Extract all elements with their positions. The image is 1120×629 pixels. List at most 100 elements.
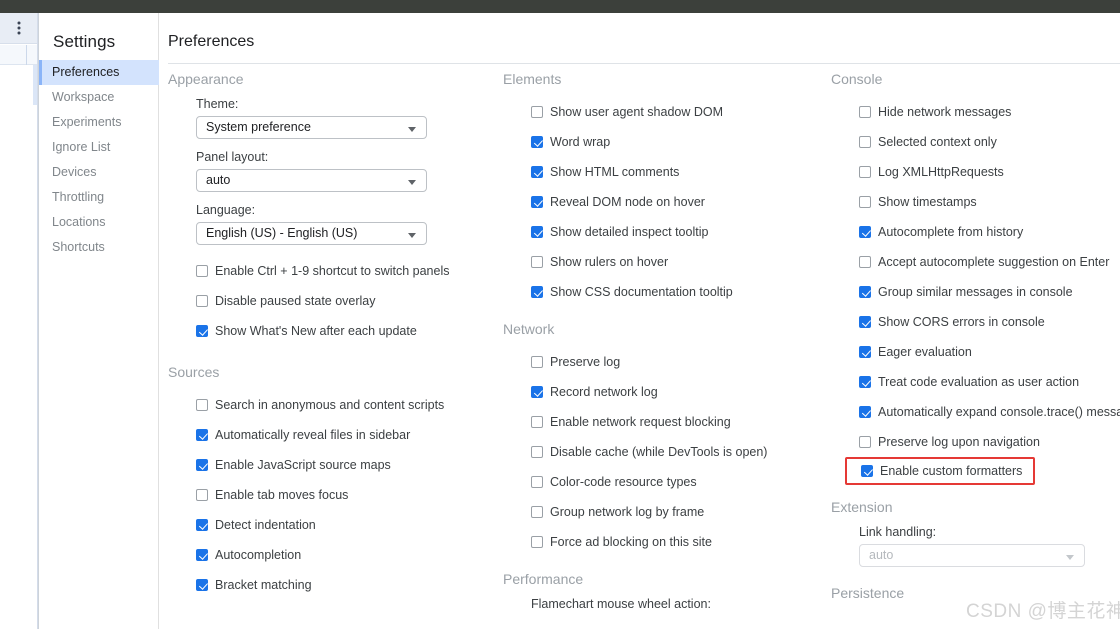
checkbox-icon[interactable]	[196, 265, 208, 277]
checkbox-row[interactable]: Disable cache (while DevTools is open)	[503, 437, 827, 467]
network-title: Network	[503, 321, 555, 337]
checkbox-label: Selected context only	[878, 135, 997, 149]
checkbox-label: Preserve log upon navigation	[878, 435, 1040, 449]
checkbox-icon[interactable]	[859, 256, 871, 268]
panel-layout-select[interactable]: auto	[196, 169, 427, 192]
checkbox-icon[interactable]	[859, 436, 871, 448]
checkbox-row[interactable]: Word wrap	[503, 127, 827, 157]
checkbox-row[interactable]: Group similar messages in console	[831, 277, 1120, 307]
sidebar-item-locations[interactable]: Locations	[39, 210, 159, 235]
sidebar-item-preferences[interactable]: Preferences	[39, 60, 159, 85]
sidebar-item-ignore-list[interactable]: Ignore List	[39, 135, 159, 160]
checkbox-icon[interactable]	[531, 256, 543, 268]
checkbox-row[interactable]: Preserve log upon navigation	[831, 427, 1120, 457]
checkbox-row[interactable]: Show What's New after each update	[168, 316, 494, 346]
checkbox-row[interactable]: Color-code resource types	[503, 467, 827, 497]
checkbox-row[interactable]: Enable JavaScript source maps	[168, 450, 494, 480]
theme-select[interactable]: System preference	[196, 116, 427, 139]
checkbox-row[interactable]: Record network log	[503, 377, 827, 407]
checkbox-row[interactable]: Accept autocomplete suggestion on Enter	[831, 247, 1120, 277]
checkbox-icon[interactable]	[859, 226, 871, 238]
checkbox-row[interactable]: Detect indentation	[168, 510, 494, 540]
checkbox-icon[interactable]	[196, 295, 208, 307]
checkbox-icon[interactable]	[861, 465, 873, 477]
checkbox-icon[interactable]	[196, 549, 208, 561]
checkbox-label: Group similar messages in console	[878, 285, 1073, 299]
checkbox-icon[interactable]	[196, 325, 208, 337]
sidebar-item-devices[interactable]: Devices	[39, 160, 159, 185]
checkbox-icon[interactable]	[531, 136, 543, 148]
checkbox-row[interactable]: Show CORS errors in console	[831, 307, 1120, 337]
checkbox-row[interactable]: Selected context only	[831, 127, 1120, 157]
checkbox-icon[interactable]	[196, 579, 208, 591]
checkbox-row[interactable]: Show HTML comments	[503, 157, 827, 187]
checkbox-row[interactable]: Automatically expand console.trace() mes…	[831, 397, 1120, 427]
sidebar-item-workspace[interactable]: Workspace	[39, 85, 159, 110]
link-handling-select[interactable]: auto	[859, 544, 1085, 567]
checkbox-row[interactable]: Force ad blocking on this site	[503, 527, 827, 557]
checkbox-row[interactable]: Log XMLHttpRequests	[831, 157, 1120, 187]
checkbox-icon[interactable]	[196, 459, 208, 471]
checkbox-row[interactable]: Show detailed inspect tooltip	[503, 217, 827, 247]
checkbox-row[interactable]: Automatically reveal files in sidebar	[168, 420, 494, 450]
checkbox-icon[interactable]	[859, 136, 871, 148]
sidebar-item-throttling[interactable]: Throttling	[39, 185, 159, 210]
checkbox-row[interactable]: Enable Ctrl + 1-9 shortcut to switch pan…	[168, 256, 494, 286]
checkbox-icon[interactable]	[531, 356, 543, 368]
checkbox-label: Force ad blocking on this site	[550, 535, 712, 549]
panel-layout-label: Panel layout:	[196, 150, 269, 164]
checkbox-label: Enable custom formatters	[880, 464, 1023, 478]
language-select[interactable]: English (US) - English (US)	[196, 222, 427, 245]
checkbox-row[interactable]: Enable network request blocking	[503, 407, 827, 437]
checkbox-row[interactable]: Enable tab moves focus	[168, 480, 494, 510]
performance-group: Performance Flamechart mouse wheel actio…	[503, 571, 827, 611]
checkbox-icon[interactable]	[859, 196, 871, 208]
checkbox-icon[interactable]	[531, 226, 543, 238]
checkbox-row[interactable]: Autocomplete from history	[831, 217, 1120, 247]
checkbox-row[interactable]: Show CSS documentation tooltip	[503, 277, 827, 307]
checkbox-icon[interactable]	[531, 416, 543, 428]
checkbox-row[interactable]: Search in anonymous and content scripts	[168, 390, 494, 420]
checkbox-icon[interactable]	[859, 406, 871, 418]
checkbox-icon[interactable]	[531, 446, 543, 458]
sidebar-item-experiments[interactable]: Experiments	[39, 110, 159, 135]
checkbox-row[interactable]: Treat code evaluation as user action	[831, 367, 1120, 397]
language-select-value: English (US) - English (US)	[206, 226, 358, 240]
checkbox-icon[interactable]	[531, 536, 543, 548]
checkbox-row-enable-custom-formatters[interactable]: Enable custom formatters	[845, 457, 1035, 485]
checkbox-icon[interactable]	[196, 399, 208, 411]
checkbox-icon[interactable]	[531, 196, 543, 208]
checkbox-row[interactable]: Show rulers on hover	[503, 247, 827, 277]
checkbox-icon[interactable]	[859, 316, 871, 328]
checkbox-icon[interactable]	[196, 489, 208, 501]
checkbox-icon[interactable]	[531, 386, 543, 398]
checkbox-label: Record network log	[550, 385, 658, 399]
checkbox-icon[interactable]	[531, 506, 543, 518]
sidebar-item-shortcuts[interactable]: Shortcuts	[39, 235, 159, 260]
checkbox-icon[interactable]	[859, 166, 871, 178]
more-vertical-icon[interactable]	[17, 21, 21, 35]
checkbox-row[interactable]: Bracket matching	[168, 570, 494, 600]
checkbox-icon[interactable]	[196, 429, 208, 441]
checkbox-row[interactable]: Show user agent shadow DOM	[503, 97, 827, 127]
checkbox-row[interactable]: Eager evaluation	[831, 337, 1120, 367]
checkbox-icon[interactable]	[859, 106, 871, 118]
checkbox-icon[interactable]	[531, 476, 543, 488]
checkbox-row[interactable]: Group network log by frame	[503, 497, 827, 527]
checkbox-icon[interactable]	[859, 286, 871, 298]
checkbox-icon[interactable]	[196, 519, 208, 531]
checkbox-row[interactable]: Show timestamps	[831, 187, 1120, 217]
checkbox-row[interactable]: Autocompletion	[168, 540, 494, 570]
checkbox-icon[interactable]	[531, 286, 543, 298]
checkbox-icon[interactable]	[859, 376, 871, 388]
console-group: Console Hide network messages Selected c…	[831, 71, 1120, 485]
page-left-strip	[0, 13, 38, 629]
checkbox-row[interactable]: Preserve log	[503, 347, 827, 377]
checkbox-row[interactable]: Reveal DOM node on hover	[503, 187, 827, 217]
checkbox-icon[interactable]	[531, 166, 543, 178]
checkbox-row[interactable]: Hide network messages	[831, 97, 1120, 127]
settings-nav-list: Preferences Workspace Experiments Ignore…	[39, 60, 159, 260]
checkbox-icon[interactable]	[531, 106, 543, 118]
checkbox-row[interactable]: Disable paused state overlay	[168, 286, 494, 316]
checkbox-icon[interactable]	[859, 346, 871, 358]
